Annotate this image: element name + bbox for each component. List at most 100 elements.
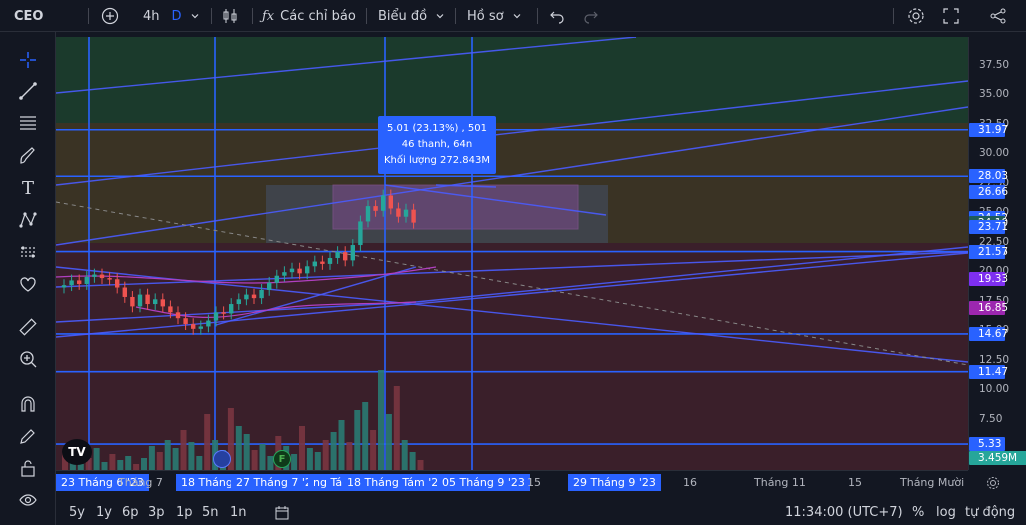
settings-gear-icon[interactable] [907,0,925,32]
price-tick: 37.50 [979,58,1010,71]
time-label: 18 Tháng [176,474,238,491]
axis-settings-gear-icon[interactable] [986,475,1000,494]
candle-body [236,299,241,305]
redo-icon[interactable] [583,0,599,32]
candle-body [160,299,165,307]
volume-bar [243,434,250,470]
volume-bar [101,462,108,470]
price-label: 28.03 [969,169,1008,184]
price-axis[interactable]: 37.5035.0032.5030.0027.5025.0022.5020.00… [968,37,1026,470]
symbol-search-button[interactable]: CEO [14,0,43,32]
lock-icon[interactable] [16,456,40,480]
interval-button[interactable]: 4h D [143,0,200,32]
zone-red [56,243,968,470]
candle-body [396,208,401,217]
candle-body [388,195,393,209]
volume-bar [417,460,424,470]
tooltip-change: 5.01 (23.13%) , 501 [387,123,487,134]
tradingview-logo-icon[interactable]: TV [62,439,92,465]
prediction-icon[interactable] [16,240,40,264]
divider [537,8,538,24]
candle-body [107,278,112,280]
percent-scale-toggle[interactable]: % [912,505,924,520]
price-label: 19.33 [969,271,1008,286]
time-axis[interactable]: 23 Tháng 6 '23 Tháng 7 18 Tháng 27 Tháng 7 … [56,470,968,494]
log-scale-toggle[interactable]: log [936,505,956,520]
chevron-down-icon [513,14,521,19]
divider [211,8,212,24]
event-earnings-icon[interactable]: F [273,450,291,468]
text-tool-icon[interactable]: T [16,176,40,200]
fib-retracement-icon[interactable] [16,111,40,135]
auto-scale-toggle[interactable]: tự động [965,505,1015,520]
candle-body [145,294,150,305]
indicators-button[interactable]: ƒx Các chỉ báo [262,0,356,32]
event-dividend-icon[interactable] [213,450,231,468]
price-label: 23.71 [969,220,1008,235]
clock-timezone-button[interactable]: 11:34:00 (UTC+7) [785,505,903,520]
candle-body [84,276,89,284]
undo-icon[interactable] [549,0,565,32]
volume-bar [330,432,337,470]
pencil-lock-icon[interactable] [16,424,40,448]
chart-menu-button[interactable]: Biểu đồ [378,0,445,32]
range-button-6p[interactable]: 6p [122,505,139,520]
candle-body [365,206,371,222]
candle-body [335,252,340,259]
divider [88,8,89,24]
crosshair-icon[interactable] [16,48,40,72]
zoom-in-icon[interactable] [16,347,40,371]
ruler-icon[interactable] [16,315,40,339]
price-tick: 7.50 [979,412,1003,425]
brush-icon[interactable] [16,144,40,168]
indicators-label: Các chỉ báo [280,8,356,24]
candle-body [77,280,82,284]
volume-bar [188,442,195,470]
candle-body [297,268,302,274]
range-button-1y[interactable]: 1y [96,505,112,520]
candle-body [358,221,363,246]
candle-body [259,289,264,299]
candle-body [213,312,219,321]
candle-body [403,209,409,217]
candle-body [320,261,325,264]
chart-pane[interactable]: F TV [56,37,968,470]
time-label: Tháng 7 [118,476,163,489]
candle-body [206,320,211,327]
candle-body [305,266,310,274]
range-button-5y[interactable]: 5y [69,505,85,520]
volume-bar [299,426,305,470]
chart-canvas[interactable] [56,37,968,470]
volume-bar [346,442,353,470]
pattern-icon[interactable] [16,208,40,232]
chevron-down-icon [191,14,198,19]
candle-body [327,258,333,264]
volume-bar [259,444,266,470]
range-button-1n[interactable]: 1n [230,505,247,520]
fullscreen-icon[interactable] [943,0,959,32]
volume-bar [409,452,416,470]
volume-bar [378,370,384,470]
profile-menu-label: Hồ sơ [467,8,504,24]
volume-bar [117,460,124,470]
trend-line-icon[interactable] [16,79,40,103]
chart-type-candles-icon[interactable] [221,0,239,32]
price-label: 3.459M [969,451,1026,465]
candle-body [373,206,378,211]
heart-icon[interactable] [16,272,40,296]
chevron-down-icon [436,14,444,19]
profile-menu-button[interactable]: Hồ sơ [467,0,522,32]
share-icon[interactable] [989,0,1007,32]
goto-date-icon[interactable] [274,505,290,525]
volume-bar [385,414,392,470]
eye-icon[interactable] [16,488,40,512]
range-button-1p[interactable]: 1p [176,505,193,520]
range-button-5n[interactable]: 5n [202,505,219,520]
candle-body [183,318,188,325]
volume-bar [370,430,377,470]
compare-add-icon[interactable] [101,0,119,32]
time-label: 05 Tháng 9 '23 [437,474,530,491]
time-label: Tháng Mười I [900,476,968,489]
magnet-icon[interactable] [16,392,40,416]
range-button-3p[interactable]: 3p [148,505,165,520]
